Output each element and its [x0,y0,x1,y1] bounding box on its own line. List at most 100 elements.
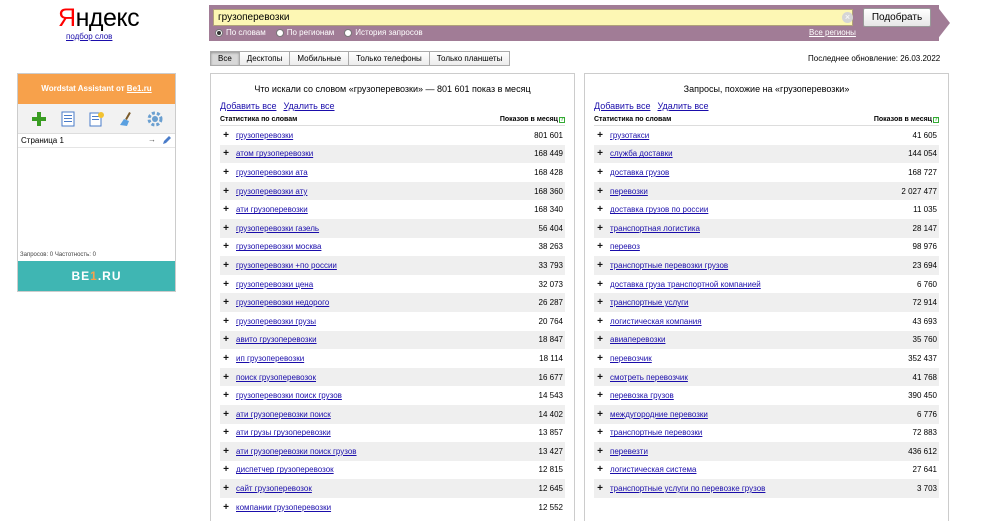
plus-icon[interactable]: + [594,148,606,159]
keyword-link[interactable]: доставка грузов по россии [610,205,708,214]
plus-icon[interactable]: + [220,427,232,438]
plus-icon[interactable]: + [220,464,232,475]
plus-icon[interactable]: + [594,316,606,327]
be1-banner[interactable]: BE 1 .RU [18,261,175,291]
keyword-link[interactable]: транспортные перевозки [610,428,702,437]
plus-icon[interactable]: + [220,148,232,159]
keyword-link[interactable]: грузотакси [610,131,649,140]
plus-icon[interactable]: + [220,502,232,513]
plus-icon[interactable]: + [220,409,232,420]
keyword-link[interactable]: перевозка грузов [610,391,674,400]
plus-icon[interactable]: + [594,334,606,345]
keyword-link[interactable]: поиск грузоперевозок [236,373,316,382]
be1-link[interactable]: Be1.ru [127,84,152,93]
keyword-link[interactable]: ати грузы грузоперевозки [236,428,331,437]
yandex-logo[interactable]: Яндекс [58,4,140,33]
keyword-link[interactable]: грузоперевозки цена [236,280,313,289]
keyword-link[interactable]: ати грузоперевозки поиск грузов [236,447,357,456]
keyword-link[interactable]: транспортные перевозки грузов [610,261,728,270]
plus-icon[interactable]: + [594,260,606,271]
plus-icon[interactable]: + [220,390,232,401]
plus-icon[interactable]: + [220,334,232,345]
keyword-link[interactable]: междугородние перевозки [610,410,708,419]
plus-icon[interactable]: + [594,297,606,308]
settings-gear-icon[interactable] [146,110,164,128]
remove-all-link[interactable]: Удалить все [283,101,334,111]
keyword-link[interactable]: перевезти [610,447,648,456]
plus-icon[interactable]: + [594,279,606,290]
keyword-link[interactable]: диспетчер грузоперевозок [236,465,334,474]
plus-icon[interactable]: + [594,223,606,234]
edit-pencil-icon[interactable] [162,135,172,147]
plus-icon[interactable]: + [594,483,606,494]
radio-history[interactable]: История запросов [344,28,423,37]
tab-tablets[interactable]: Только планшеты [429,51,511,66]
plus-icon[interactable]: + [594,446,606,457]
keyword-link[interactable]: перевозки [610,187,648,196]
add-all-link[interactable]: Добавить все [220,101,276,111]
clear-icon[interactable]: × [842,12,853,23]
keyword-link[interactable]: грузоперевозки ату [236,187,307,196]
all-regions-link[interactable]: Все регионы [809,28,856,37]
add-icon[interactable] [30,110,48,128]
plus-icon[interactable]: + [594,130,606,141]
keyword-link[interactable]: доставка груза транспортной компанией [610,280,761,289]
plus-icon[interactable]: + [594,186,606,197]
tab-desktops[interactable]: Десктопы [239,51,291,66]
plus-icon[interactable]: + [594,353,606,364]
help-icon[interactable]: ? [559,117,565,123]
radio-by-words[interactable]: По словам [215,28,266,37]
plus-icon[interactable]: + [220,223,232,234]
keyword-link[interactable]: авиаперевозки [610,335,665,344]
keyword-link[interactable]: грузоперевозки ата [236,168,308,177]
plus-icon[interactable]: + [220,260,232,271]
plus-icon[interactable]: + [220,372,232,383]
tab-mobile[interactable]: Мобильные [290,51,350,66]
help-icon[interactable]: ? [933,117,939,123]
radio-by-regions[interactable]: По регионам [275,28,334,37]
arrow-right-icon[interactable]: → [148,135,156,147]
keyword-link[interactable]: перевоз [610,242,640,251]
plus-icon[interactable]: + [220,204,232,215]
plus-icon[interactable]: + [220,279,232,290]
tab-all[interactable]: Все [210,51,240,66]
plus-icon[interactable]: + [220,167,232,178]
keyword-link[interactable]: логистическая компания [610,317,702,326]
keyword-link[interactable]: ип грузоперевозки [236,354,304,363]
plus-icon[interactable]: + [594,409,606,420]
plus-icon[interactable]: + [594,390,606,401]
remove-all-link[interactable]: Удалить все [657,101,708,111]
plus-icon[interactable]: + [594,427,606,438]
tab-phones[interactable]: Только телефоны [349,51,430,66]
keyword-link[interactable]: грузоперевозки поиск грузов [236,391,342,400]
submit-button[interactable]: Подобрать [863,8,931,27]
keyword-link[interactable]: транспортные услуги [610,298,689,307]
copy-frequency-icon[interactable] [88,110,106,128]
plus-icon[interactable]: + [220,446,232,457]
wordstat-link[interactable]: подбор слов [66,32,112,41]
keyword-link[interactable]: перевозчик [610,354,652,363]
plus-icon[interactable]: + [220,297,232,308]
keyword-link[interactable]: атом грузоперевозки [236,149,313,158]
keyword-link[interactable]: транспортная логистика [610,224,700,233]
plus-icon[interactable]: + [594,464,606,475]
assistant-page-row[interactable]: Страница 1 → [18,134,175,148]
plus-icon[interactable]: + [594,167,606,178]
keyword-link[interactable]: логистическая система [610,465,696,474]
copy-icon[interactable] [59,110,77,128]
plus-icon[interactable]: + [220,316,232,327]
keyword-link[interactable]: сайт грузоперевозок [236,484,312,493]
plus-icon[interactable]: + [594,204,606,215]
keyword-link[interactable]: грузоперевозки грузы [236,317,316,326]
keyword-link[interactable]: ати грузоперевозки поиск [236,410,331,419]
keyword-link[interactable]: транспортные услуги по перевозке грузов [610,484,765,493]
plus-icon[interactable]: + [220,186,232,197]
keyword-link[interactable]: служба доставки [610,149,673,158]
clear-broom-icon[interactable] [117,110,135,128]
plus-icon[interactable]: + [220,483,232,494]
plus-icon[interactable]: + [220,353,232,364]
add-all-link[interactable]: Добавить все [594,101,650,111]
search-input[interactable]: грузоперевозки [213,9,853,26]
plus-icon[interactable]: + [220,130,232,141]
keyword-link[interactable]: грузоперевозки москва [236,242,321,251]
